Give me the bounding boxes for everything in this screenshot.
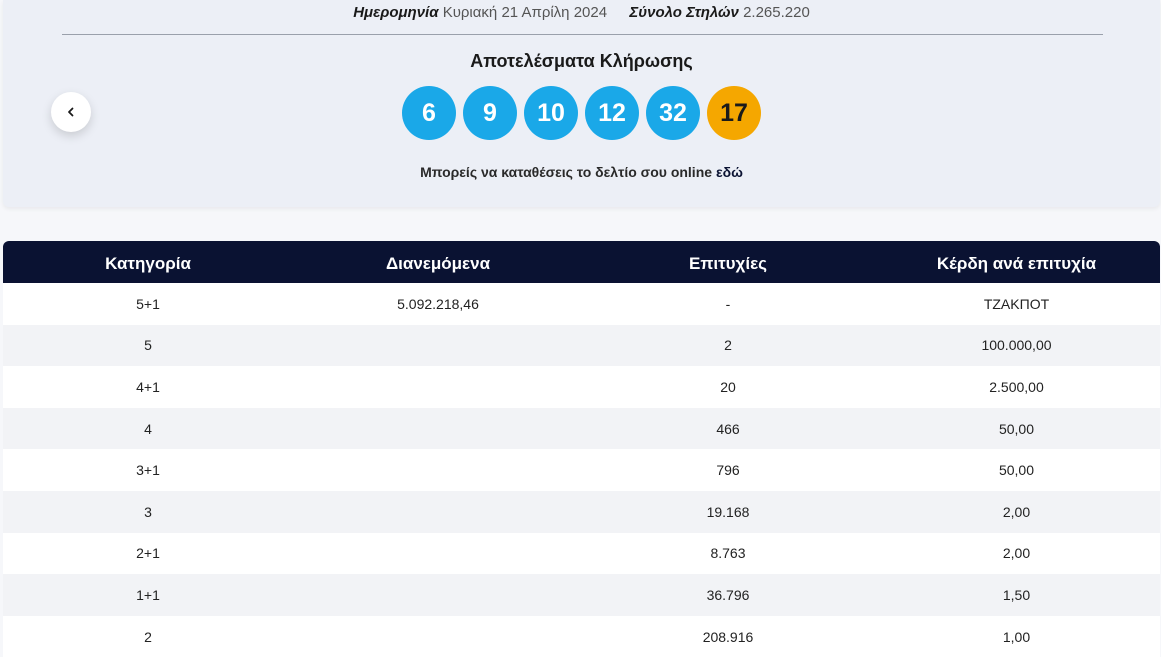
bonus-ball: 17 (707, 86, 761, 140)
cell-prize: 2,00 (1002, 503, 1031, 520)
cell-category: 5 (144, 337, 152, 354)
cta-link[interactable]: εδώ (716, 164, 743, 180)
header-distributed: Διανεμόμενα (385, 254, 491, 273)
header-category: Κατηγορία (105, 254, 191, 273)
cell-winners: 19.168 (706, 503, 750, 520)
table-row: 5+1 5.092.218,46 - ΤΖΑΚΠΟΤ (3, 283, 1160, 325)
divider (62, 34, 1103, 35)
number-ball: 32 (646, 86, 700, 140)
columns-label: Σύνολο Στηλών (629, 4, 739, 21)
cell-winners: 36.796 (706, 586, 750, 603)
number-ball: 6 (402, 86, 456, 140)
table-row: 2+1 8.763 2,00 (3, 532, 1160, 575)
header-winners: Επιτυχίες (689, 254, 767, 273)
cell-category: 3 (144, 503, 152, 520)
cell-distributed: 5.092.218,46 (397, 295, 479, 312)
cell-category: 1+1 (136, 586, 160, 603)
table-row: 3+1 796 50,00 (3, 449, 1160, 491)
table-row: 1+1 36.796 1,50 (3, 574, 1160, 616)
cell-winners: 466 (716, 420, 740, 437)
draw-title: Αποτελέσματα Κλήρωσης (470, 51, 693, 71)
cell-winners: 20 (720, 378, 736, 395)
cell-category: 5+1 (136, 295, 160, 312)
cell-winners: - (725, 295, 731, 312)
cell-prize: ΤΖΑΚΠΟΤ (983, 295, 1050, 312)
cell-prize: 100.000,00 (981, 337, 1052, 354)
cell-prize: 50,00 (998, 420, 1035, 437)
cell-winners: 208.916 (702, 628, 754, 645)
cell-category: 2+1 (136, 545, 160, 562)
cell-prize: 1,00 (1002, 628, 1031, 645)
cell-category: 4+1 (136, 378, 160, 395)
columns-value: 2.265.220 (743, 4, 810, 21)
table-row: 4+1 20 2.500,00 (3, 366, 1160, 408)
prize-table: Κατηγορία Διανεμόμενα Επιτυχίες Κέρδη αν… (3, 241, 1160, 657)
table-header: Κατηγορία Διανεμόμενα Επιτυχίες Κέρδη αν… (3, 241, 1160, 283)
cell-prize: 50,00 (998, 462, 1035, 479)
table-row: 3 19.168 2,00 (3, 490, 1160, 533)
online-cta: Μπορείς να καταθέσεις το δελτίο σου onli… (3, 164, 1160, 180)
cell-category: 3+1 (136, 462, 160, 479)
number-ball: 12 (585, 86, 639, 140)
table-row: 4 466 50,00 (3, 407, 1160, 450)
cell-category: 2 (144, 628, 152, 645)
date-label: Ημερομηνία (353, 4, 439, 21)
cell-winners: 2 (724, 337, 732, 354)
number-ball: 10 (524, 86, 578, 140)
cell-prize: 2,00 (1002, 545, 1031, 562)
chevron-left-icon (68, 107, 74, 117)
header-prize-per-winner: Κέρδη ανά επιτυχία (936, 254, 1097, 273)
cell-prize: 2.500,00 (989, 378, 1044, 395)
table-row: 2 208.916 1,00 (3, 615, 1160, 657)
cell-prize: 1,50 (1002, 586, 1031, 603)
table-body: 5+1 5.092.218,46 - ΤΖΑΚΠΟΤ 5 2 100.000,0… (3, 283, 1160, 657)
cta-text: Μπορείς να καταθέσεις το δελτίο σου onli… (420, 164, 713, 180)
number-ball: 9 (463, 86, 517, 140)
winning-numbers: 6 9 10 12 32 17 (3, 86, 1160, 140)
cell-category: 4 (144, 420, 152, 437)
cell-winners: 796 (716, 462, 740, 479)
date-value: Κυριακή 21 Απρίλη 2024 (442, 4, 608, 21)
draw-results-card: Ημερομηνία Κυριακή 21 Απρίλη 2024 Σύνολο… (3, 0, 1160, 207)
draw-info-line: Ημερομηνία Κυριακή 21 Απρίλη 2024 Σύνολο… (3, 4, 1160, 21)
previous-draw-button[interactable] (51, 92, 91, 132)
table-row: 5 2 100.000,00 (3, 324, 1160, 367)
cell-winners: 8.763 (710, 545, 746, 562)
